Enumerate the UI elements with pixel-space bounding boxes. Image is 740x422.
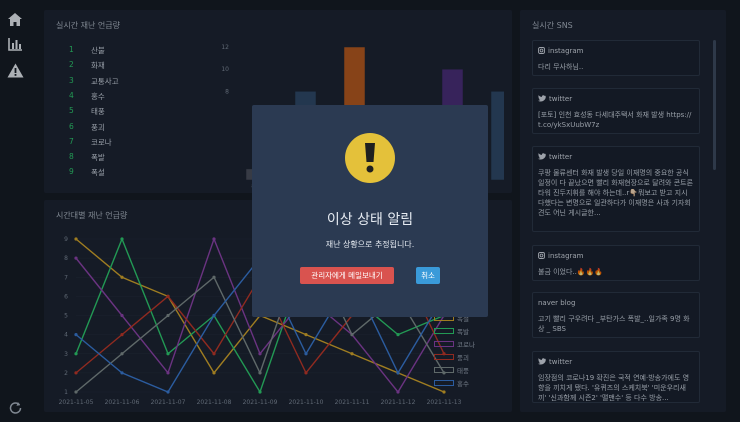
alert-modal: 이상 상태 알림 재난 상황으로 추정됩니다. 관리자에게 메일보내기 취소	[252, 105, 488, 317]
send-mail-button[interactable]: 관리자에게 메일보내기	[300, 267, 394, 284]
modal-message: 재난 상황으로 추정됩니다.	[325, 240, 415, 249]
exclamation-icon	[345, 133, 395, 183]
cancel-button[interactable]: 취소	[416, 267, 440, 284]
modal-title: 이상 상태 알림	[326, 212, 414, 228]
